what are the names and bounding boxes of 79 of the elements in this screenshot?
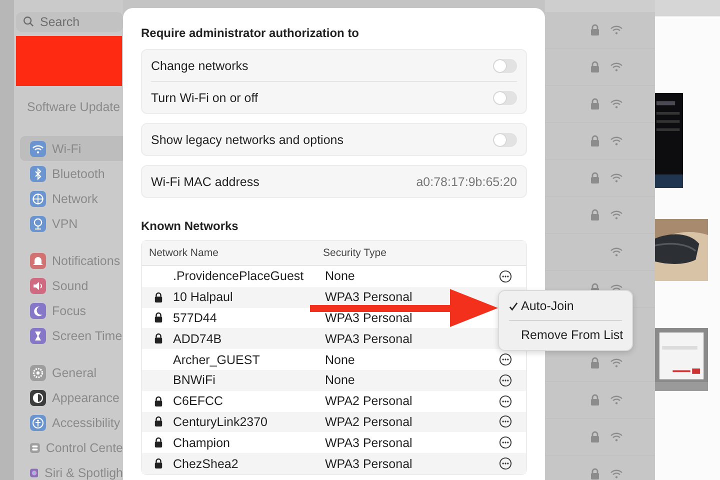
sidebar-item[interactable]: Accessibility bbox=[20, 410, 123, 435]
more-icon[interactable] bbox=[499, 457, 512, 470]
sidebar-label: Focus bbox=[52, 304, 86, 318]
search-icon bbox=[23, 16, 34, 27]
table-cell-text: BNWiFi bbox=[173, 373, 216, 388]
table-cell-text: WPA2 Personal bbox=[325, 414, 414, 429]
table-cell-text: WPA3 Personal bbox=[325, 290, 414, 304]
more-icon[interactable] bbox=[499, 270, 512, 283]
sidebar-item[interactable]: Focus bbox=[20, 298, 123, 323]
table-cell-text: CenturyLink2370 bbox=[173, 414, 269, 429]
sidebar-label: Control Cente bbox=[46, 440, 123, 454]
sidebar-label: Sound bbox=[52, 278, 88, 292]
wifi-icon bbox=[610, 99, 623, 109]
sidebar-item[interactable]: Control Cente bbox=[20, 435, 123, 460]
more-icon[interactable] bbox=[499, 374, 512, 387]
sidebar-label: General bbox=[52, 366, 96, 380]
table-cell-text: WPA3 Personal bbox=[325, 332, 414, 346]
wifi-icon bbox=[610, 395, 623, 405]
wifi-icon bbox=[610, 136, 623, 146]
table-cell-text: None bbox=[325, 352, 356, 367]
wifi-icon bbox=[610, 358, 623, 368]
more-icon[interactable] bbox=[499, 353, 512, 366]
option-label: Change networks bbox=[151, 58, 248, 72]
option-label: Show legacy networks and options bbox=[151, 132, 344, 146]
sidebar-item[interactable]: Screen Time bbox=[20, 323, 123, 348]
sidebar-label: VPN bbox=[52, 216, 78, 230]
section-heading: Known Networks bbox=[141, 219, 240, 233]
table-cell-text: WPA3 Personal bbox=[325, 436, 414, 450]
wifi-icon bbox=[610, 25, 623, 35]
table-cell-text: ADD74B bbox=[173, 332, 223, 346]
column-header[interactable]: Network Name bbox=[142, 247, 323, 259]
sidebar-item[interactable]: Siri & Spotligh bbox=[20, 460, 123, 480]
sidebar-label: Screen Time bbox=[52, 328, 122, 342]
sidebar-label: Appearance bbox=[52, 390, 120, 404]
more-icon[interactable] bbox=[499, 415, 512, 428]
sidebar-item[interactable]: Network bbox=[20, 186, 123, 211]
wifi-icon bbox=[610, 210, 623, 220]
table-cell-text: Archer_GUEST bbox=[173, 352, 261, 367]
more-icon[interactable] bbox=[499, 394, 512, 408]
sidebar-item[interactable]: VPN bbox=[20, 211, 123, 236]
table-cell-text: ChezShea2 bbox=[173, 456, 240, 471]
table-cell-text: WPA3 Personal bbox=[325, 456, 414, 471]
wifi-icon bbox=[610, 432, 623, 442]
toolbar bbox=[655, 0, 720, 17]
wifi-icon bbox=[610, 173, 623, 183]
menu-item[interactable]: Auto-Join bbox=[499, 296, 632, 316]
toggle-switch[interactable] bbox=[493, 132, 517, 146]
table-cell-text: None bbox=[325, 373, 356, 388]
sidebar-item[interactable]: Software Update bbox=[27, 100, 123, 116]
table-cell-text: WPA2 Personal bbox=[325, 394, 414, 408]
table-cell-text: C6EFCC bbox=[173, 394, 224, 408]
sidebar-item[interactable]: General bbox=[20, 360, 123, 385]
wifi-icon bbox=[610, 62, 623, 72]
wifi-icon bbox=[610, 469, 623, 479]
table-cell-text: WPA3 Personal bbox=[325, 310, 414, 325]
sidebar-item[interactable]: Notifications bbox=[20, 248, 123, 273]
table-cell-text: .ProvidencePlaceGuest bbox=[173, 269, 305, 284]
table-cell-text: Champion bbox=[173, 436, 231, 450]
search-field[interactable]: Search bbox=[16, 12, 123, 32]
sidebar-label: Accessibility bbox=[52, 416, 120, 430]
sidebar-label: Network bbox=[52, 192, 98, 206]
option-label: Wi-Fi MAC address bbox=[151, 174, 260, 188]
sidebar-item[interactable]: Bluetooth bbox=[20, 161, 123, 186]
more-icon[interactable] bbox=[499, 436, 512, 450]
toggle-switch[interactable] bbox=[493, 58, 517, 72]
sidebar-label: Siri & Spotligh bbox=[44, 466, 123, 480]
sidebar-label: Notifications bbox=[52, 254, 120, 268]
option-label: Turn Wi-Fi on or off bbox=[151, 90, 258, 104]
column-header[interactable]: Security Type bbox=[323, 247, 386, 259]
table-cell-text: 10 Halpaul bbox=[173, 290, 234, 304]
menu-item[interactable]: Remove From List bbox=[499, 325, 632, 345]
section-heading: Require administrator authorization to bbox=[141, 26, 360, 40]
mac-address: a0:78:17:9b:65:20 bbox=[416, 174, 517, 188]
sidebar-item[interactable]: Appearance bbox=[20, 385, 123, 410]
table-cell-text: None bbox=[325, 269, 356, 284]
sidebar-item[interactable]: Sound bbox=[20, 273, 123, 298]
table-cell-text: 577D44 bbox=[173, 310, 218, 325]
sidebar-label: Bluetooth bbox=[52, 166, 105, 180]
toggle-switch[interactable] bbox=[493, 90, 517, 104]
